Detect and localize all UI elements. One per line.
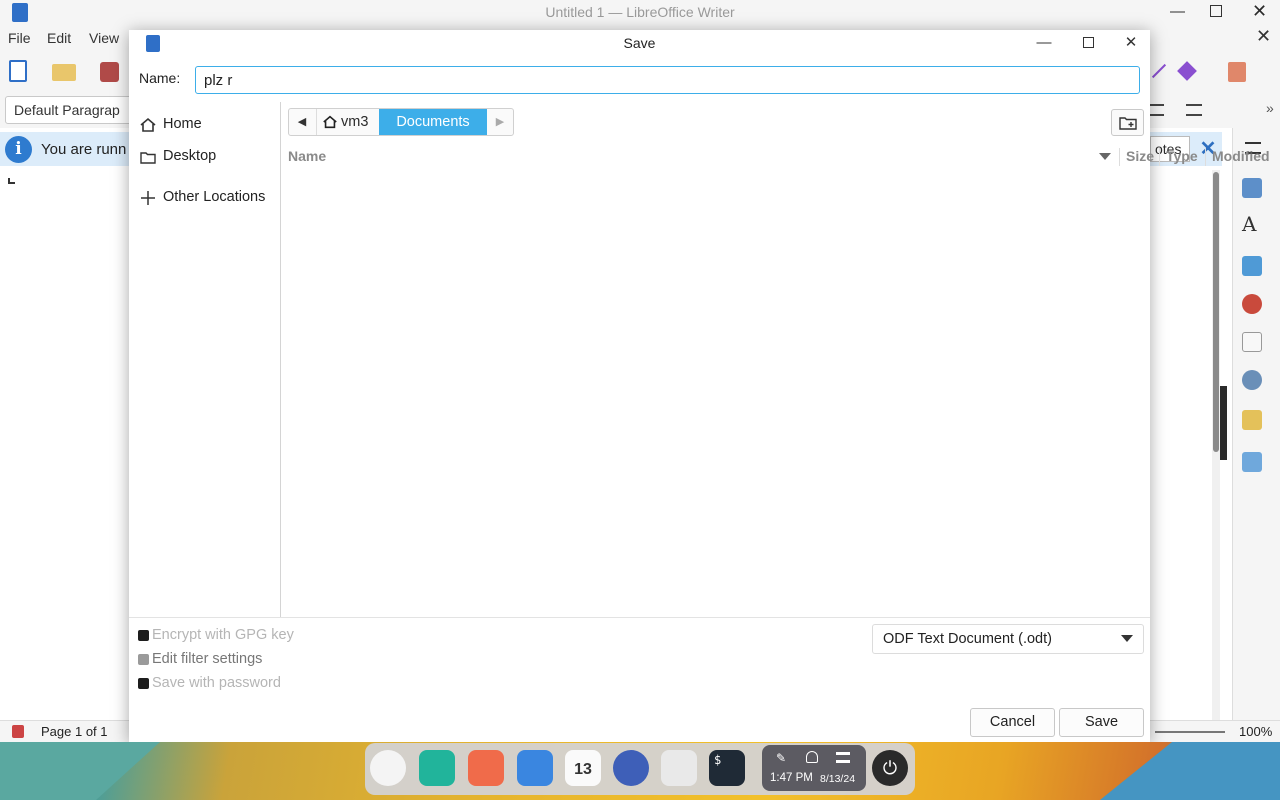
save-password-label: Save with password (152, 675, 281, 691)
place-home-label: Home (163, 116, 202, 132)
manage-changes-icon[interactable] (1242, 410, 1262, 430)
terminal-icon[interactable]: $ (709, 750, 745, 786)
scrollbar-thumb[interactable] (1213, 172, 1219, 452)
place-other-locations-label: Other Locations (163, 189, 266, 205)
column-name[interactable]: Name (288, 148, 326, 164)
document-viewer-icon[interactable] (661, 750, 697, 786)
place-desktop-label: Desktop (163, 148, 217, 164)
zoom-level[interactable]: 100% (1239, 724, 1272, 739)
path-segment-vm3[interactable]: vm3 (316, 109, 379, 135)
column-type[interactable]: Type (1166, 148, 1198, 164)
new-folder-button[interactable] (1111, 109, 1144, 136)
writer-app-icon (12, 3, 28, 22)
draw-functions-icon[interactable] (1228, 62, 1246, 82)
maximize-button[interactable] (1210, 5, 1222, 17)
line-tool-icon[interactable] (1151, 63, 1167, 79)
close-document-icon[interactable]: ✕ (1256, 26, 1271, 47)
info-bar-text: You are runn (41, 141, 127, 158)
menu-view[interactable]: View (89, 30, 119, 46)
encrypt-gpg-label: Encrypt with GPG key (152, 627, 294, 643)
power-icon[interactable]: ⏻ (872, 750, 908, 786)
list-style-icon[interactable] (1150, 104, 1164, 116)
save-icon[interactable] (100, 62, 119, 82)
sort-descending-icon[interactable] (1099, 153, 1111, 160)
save-dialog: Save — ✕ Name: Home Desktop Other Locati… (129, 30, 1270, 742)
name-label: Name: (139, 70, 181, 86)
folder-icon (140, 152, 156, 164)
wallpaper-shape (1100, 742, 1280, 800)
menu-file[interactable]: File (8, 30, 31, 46)
clock-time: 1:47 PM (770, 772, 813, 784)
home-icon (323, 115, 337, 129)
new-folder-icon (1119, 117, 1137, 130)
place-home[interactable]: Home (137, 112, 277, 138)
clock-date: 8/13/24 (820, 773, 856, 785)
styles-icon[interactable]: A (1242, 214, 1262, 234)
open-folder-icon[interactable] (52, 64, 76, 81)
info-icon: i (5, 136, 32, 163)
wallpaper-shape (0, 742, 160, 800)
calendar-icon[interactable]: 13 (565, 750, 601, 786)
dialog-minimize-button[interactable]: — (1033, 33, 1055, 53)
dialog-close-button[interactable]: ✕ (1120, 33, 1142, 53)
files-icon[interactable] (517, 750, 553, 786)
accessibility-check-icon[interactable] (1242, 452, 1262, 472)
page-count: Page 1 of 1 (41, 724, 108, 739)
file-list-header: Name Size Type Modified (281, 144, 1270, 170)
diamond-shape-icon[interactable] (1177, 61, 1197, 81)
file-name-input[interactable] (195, 66, 1140, 94)
notification-bell-icon[interactable] (806, 751, 818, 763)
launcher-icon[interactable] (370, 750, 406, 786)
sidebar-collapse-handle[interactable] (1220, 386, 1227, 460)
save-button[interactable]: Save (1059, 708, 1144, 737)
edit-filter-label: Edit filter settings (152, 651, 263, 667)
save-password-checkbox[interactable] (138, 678, 149, 689)
properties-icon[interactable] (1242, 178, 1262, 198)
dialog-maximize-button[interactable] (1077, 33, 1099, 53)
file-list[interactable] (281, 170, 1150, 617)
settings-icon[interactable] (613, 750, 649, 786)
file-manager-icon[interactable] (419, 750, 455, 786)
edit-filter-checkbox[interactable] (138, 654, 149, 665)
control-center-icon[interactable] (836, 752, 850, 763)
menu-edit[interactable]: Edit (47, 30, 71, 46)
network-icon[interactable]: ✎ (776, 751, 790, 765)
style-inspector-icon[interactable] (1242, 370, 1262, 390)
text-cursor-corner (8, 178, 15, 184)
minimize-button[interactable]: — (1170, 3, 1185, 20)
path-back-icon[interactable]: ◀ (289, 109, 315, 135)
file-type-select[interactable]: ODF Text Document (.odt) (872, 624, 1144, 654)
document-modified-icon (12, 725, 24, 738)
app-store-icon[interactable] (468, 750, 504, 786)
outline-list-icon[interactable] (1186, 104, 1202, 116)
toolbar-overflow-icon[interactable]: » (1266, 100, 1274, 116)
encrypt-gpg-checkbox[interactable] (138, 630, 149, 641)
place-desktop[interactable]: Desktop (137, 144, 277, 170)
column-size[interactable]: Size (1126, 148, 1154, 164)
page-icon[interactable] (1242, 332, 1262, 352)
new-document-icon[interactable] (9, 60, 27, 82)
dialog-title: Save (623, 35, 656, 51)
path-bar: ◀ vm3 Documents ▶ (288, 108, 514, 136)
close-button[interactable]: ✕ (1252, 1, 1267, 22)
navigator-icon[interactable] (1242, 294, 1262, 314)
path-segment-vm3-label: vm3 (341, 114, 369, 130)
place-other-locations[interactable]: Other Locations (137, 185, 277, 211)
gallery-icon[interactable] (1242, 256, 1262, 276)
cancel-button[interactable]: Cancel (970, 708, 1055, 737)
column-modified[interactable]: Modified (1212, 148, 1270, 164)
path-forward-icon[interactable]: ▶ (487, 109, 513, 135)
divider (129, 617, 1150, 618)
path-segment-documents[interactable]: Documents (379, 109, 487, 135)
plus-icon (141, 191, 155, 205)
chevron-down-icon (1121, 635, 1133, 642)
home-icon (140, 117, 156, 132)
places-sidebar: Home Desktop Other Locations (129, 102, 281, 617)
zoom-slider[interactable] (1155, 731, 1225, 733)
window-title: Untitled 1 — LibreOffice Writer (0, 0, 1280, 26)
file-type-value: ODF Text Document (.odt) (883, 631, 1052, 647)
